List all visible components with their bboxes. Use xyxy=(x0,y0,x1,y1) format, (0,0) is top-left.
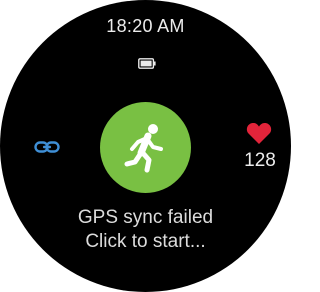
start-activity-button[interactable] xyxy=(100,102,191,193)
status-line-start: Click to start... xyxy=(85,231,206,252)
watch-face: 18:20 AM 128 GPS sync failed Click to st… xyxy=(0,0,291,292)
gps-status-message[interactable]: GPS sync failed Click to start... xyxy=(0,206,291,254)
link-icon[interactable] xyxy=(34,138,60,156)
battery-icon xyxy=(138,58,156,69)
running-person-icon xyxy=(124,123,163,172)
clock-time: 18:20 AM xyxy=(106,16,185,36)
status-line-gps: GPS sync failed xyxy=(77,207,214,228)
heart-icon xyxy=(246,122,272,144)
heart-rate-value: 128 xyxy=(244,150,276,171)
